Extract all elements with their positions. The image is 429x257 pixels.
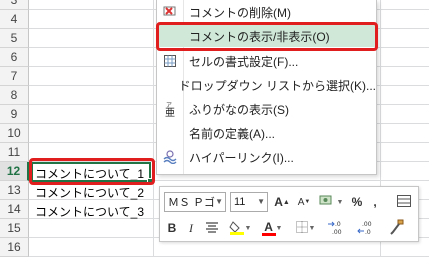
currency-icon [319,194,337,211]
brush-icon [389,219,405,238]
chevron-down-icon: ▼ [257,197,265,206]
format-painter-button-2[interactable] [386,218,408,238]
cell-a14[interactable]: コメントについて_3 [35,203,144,220]
font-color-icon: A [261,221,276,236]
row-header-8[interactable]: 8 [0,86,29,105]
italic-button[interactable]: I [184,218,198,238]
comma-style-button[interactable]: , [368,192,382,212]
menu-item-show-furigana[interactable]: ア亜 ふりがなの表示(S) [157,98,376,120]
percent-style-button[interactable]: % [348,192,366,212]
menu-item-delete-comment[interactable]: コメントの削除(M) [157,1,376,23]
row-header-11[interactable]: 11 [0,143,29,162]
svg-text:.0: .0 [365,229,371,235]
svg-text:.0: .0 [335,221,341,228]
cell-a13[interactable]: コメントについて_2 [35,184,144,201]
row-header-16[interactable]: 16 [0,238,29,257]
font-color-button[interactable]: A ▼ [258,218,286,238]
row-header-15[interactable]: 15 [0,219,29,238]
decrease-icon: ▼ [304,199,311,205]
row-header-3[interactable]: 3 [0,0,29,10]
mini-toolbar: ＭＳ Ｐゴ ▼ 11 ▼ A ▲ A ▼ ▼ % , B I ▼ A ▼ ▼ .… [159,186,419,242]
hyperlink-icon [157,146,183,168]
menu-item-pick-from-dropdown[interactable]: ドロップダウン リストから選択(K)... [157,74,376,96]
accounting-format-button[interactable]: ▼ [318,192,344,212]
row-header-12[interactable]: 12 [0,162,29,181]
fill-color-button[interactable]: ▼ [226,218,254,238]
row-header-6[interactable]: 6 [0,48,29,67]
menu-item-hyperlink[interactable]: ハイパーリンク(I)... [157,146,376,168]
bold-button[interactable]: B [164,218,180,238]
increase-decimal-icon: .0.00 [326,219,348,237]
increase-icon: ▲ [282,198,290,206]
svg-text:.00: .00 [362,221,372,228]
row-header-5[interactable]: 5 [0,29,29,48]
menu-item-define-name[interactable]: 名前の定義(A)... [157,122,376,144]
chevron-down-icon: ▼ [336,198,344,206]
svg-text:.00: .00 [332,229,342,235]
grow-font-button[interactable]: A ▲ [272,192,292,212]
chevron-down-icon: ▼ [308,224,316,232]
fill-bucket-icon [228,219,245,238]
svg-text:亜: 亜 [165,108,175,117]
format-painter-button[interactable] [394,192,414,212]
decrease-decimal-button[interactable]: .00.0 [354,218,380,238]
chevron-down-icon: ▼ [215,197,223,206]
menu-item-annotation-box [156,22,378,51]
row-header-14[interactable]: 14 [0,200,29,219]
format-cells-icon [157,50,183,72]
borders-icon [295,220,309,237]
table-format-icon [396,194,412,211]
row-header-13[interactable]: 13 [0,181,29,200]
cell-annotation-box [29,158,155,185]
decrease-decimal-icon: .00.0 [356,219,378,237]
increase-decimal-button[interactable]: .0.00 [324,218,350,238]
borders-button[interactable]: ▼ [292,218,318,238]
row-header-9[interactable]: 9 [0,105,29,124]
chevron-down-icon: ▼ [275,224,283,232]
font-name-combo[interactable]: ＭＳ Ｐゴ ▼ [164,192,226,212]
furigana-icon: ア亜 [157,98,183,120]
row-header-10[interactable]: 10 [0,124,29,143]
row-header-4[interactable]: 4 [0,10,29,29]
delete-comment-icon [157,1,183,23]
font-size-combo[interactable]: 11 ▼ [230,192,268,212]
chevron-down-icon: ▼ [244,224,252,232]
shrink-font-button[interactable]: A ▼ [294,192,314,212]
excel-sheet-view: 3 4 5 6 7 8 9 10 11 12 13 14 15 16 コメントについて_1 コメントについ… [0,0,429,257]
align-center-button[interactable] [202,218,222,238]
row-header-7[interactable]: 7 [0,67,29,86]
menu-item-format-cells[interactable]: セルの書式設定(F)... [157,50,376,72]
align-center-icon [205,221,219,236]
